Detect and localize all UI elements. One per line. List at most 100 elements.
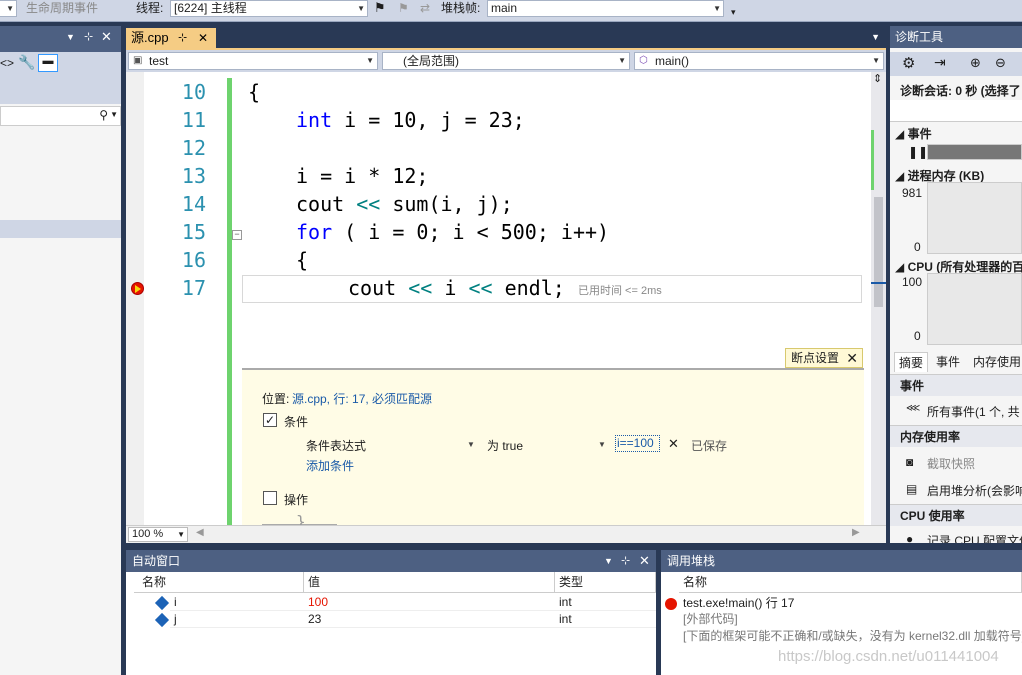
editor-tab-strip: 源.cpp ⊹ ✕ ▼ [126, 26, 886, 50]
toolbar-overflow-icon[interactable]: ▾ [731, 5, 736, 19]
project-select[interactable]: ▣ test ▼ [128, 52, 378, 70]
toolbar-dropdown[interactable]: ▼ [0, 0, 17, 17]
code-area[interactable]: − 10 11 12 13 14 15 16 17 { int i = 10, … [126, 72, 871, 525]
diagnostic-session-label: 诊断会话: 0 秒 (选择了 [900, 84, 1021, 98]
variable-icon [154, 595, 170, 611]
events-timeline[interactable] [927, 144, 1022, 160]
line-number: 13 [181, 164, 206, 188]
all-events-link[interactable]: 所有事件(1 个, 共 [927, 403, 1020, 420]
column-name[interactable]: 名称 [134, 572, 304, 593]
selected-tree-item[interactable] [0, 220, 121, 238]
condition-type-select[interactable]: 条件表达式 [306, 437, 366, 454]
zoom-out-icon[interactable]: ⊖ [995, 55, 1006, 71]
editor-vertical-scrollbar[interactable]: ⇕ [871, 72, 886, 525]
pin-icon[interactable]: ⊹ [621, 550, 630, 572]
breakpoint-settings-close-icon[interactable]: ✕ [846, 349, 858, 367]
breakpoint-settings-header: 断点设置 ✕ [785, 348, 863, 368]
breakpoint-settings-panel: 位置: 源.cpp, 行: 17, 必须匹配源 ✓ 条件 条件表达式 ▼ 为 t… [242, 368, 864, 525]
search-icon[interactable]: ⚲ [99, 108, 108, 122]
tab-close-icon[interactable]: ✕ [198, 28, 208, 48]
scroll-left-icon[interactable]: ◀ [196, 527, 204, 538]
flag-filter-icon[interactable]: ⚑ [398, 1, 409, 15]
take-snapshot-button[interactable]: 截取快照 [927, 455, 975, 472]
conditions-label: 条件 [284, 415, 309, 429]
var-name[interactable]: j [170, 611, 304, 628]
current-frame-icon [665, 598, 677, 610]
scroll-thumb[interactable] [874, 197, 883, 307]
var-name[interactable]: i [170, 594, 304, 611]
condition-mode-select[interactable]: 为 true [487, 437, 523, 454]
stack-frame[interactable]: test.exe!main() 行 17 [679, 595, 1022, 612]
memory-section-header: 内存使用率 [890, 425, 1022, 447]
var-type: int [555, 611, 656, 628]
variable-icon [154, 612, 170, 628]
wrench-icon[interactable]: 🔧 [18, 54, 35, 71]
editor-bottom-bar: 100 % ▼ ◀ ▶ [126, 525, 886, 543]
var-value[interactable]: 100 [304, 594, 555, 611]
scroll-right-icon[interactable]: ▶ [852, 527, 860, 538]
timeline-ruler[interactable] [890, 100, 1022, 122]
breakpoint-current-icon[interactable] [131, 282, 144, 295]
left-search-input[interactable]: ⚲ ▼ [0, 106, 121, 126]
pin-icon[interactable]: ⊹ [84, 30, 93, 43]
cpu-graph[interactable] [927, 273, 1022, 345]
thread-select[interactable]: [6224] 主线程 ▼ [170, 0, 368, 17]
condition-type-dropdown-icon[interactable]: ▼ [467, 440, 475, 449]
export-icon[interactable]: ⇥ [934, 54, 946, 71]
condition-expression-input[interactable]: i==100 [615, 435, 660, 452]
scope-select[interactable]: (全局范围) ▼ [382, 52, 630, 70]
memory-graph[interactable] [927, 182, 1022, 254]
code-view-icon[interactable]: <> [0, 56, 14, 70]
collapse-icon[interactable]: − [232, 230, 242, 240]
close-icon[interactable]: ✕ [101, 29, 112, 45]
tab-events[interactable]: 事件 [932, 352, 964, 372]
zoom-select[interactable]: 100 % ▼ [128, 527, 188, 542]
indicator-margin[interactable] [126, 72, 144, 525]
change-tracking-bar [227, 78, 232, 525]
record-cpu-profile-button[interactable]: 记录 CPU 配置文件 [927, 532, 1022, 543]
heap-icon: ▤ [906, 482, 918, 496]
function-select[interactable]: ⬡ main() ▼ [634, 52, 884, 70]
tab-source-cpp[interactable]: 源.cpp ⊹ ✕ [126, 28, 216, 50]
column-value[interactable]: 值 [304, 572, 555, 593]
enable-heap-profile-button[interactable]: 启用堆分析(会影响 [927, 482, 1022, 499]
stack-frame[interactable]: [下面的框架可能不正确和/或缺失，没有为 kernel32.dll 加载符号] [679, 628, 1022, 645]
project-icon: ▣ [133, 55, 143, 66]
panel-dropdown-icon[interactable]: ▼ [604, 550, 613, 572]
split-icon[interactable]: ⇕ [873, 72, 882, 85]
tab-list-dropdown-icon[interactable]: ▼ [871, 32, 880, 42]
stack-frame[interactable]: [外部代码] [679, 611, 1022, 628]
panel-dropdown-icon[interactable]: ▼ [66, 32, 75, 42]
pause-icon[interactable]: ❚❚ [908, 145, 928, 159]
column-type[interactable]: 类型 [555, 572, 656, 593]
condition-mode-dropdown-icon[interactable]: ▼ [598, 440, 606, 449]
gear-icon[interactable]: ⚙ [902, 54, 915, 72]
stackframe-label: 堆栈帧: [441, 1, 481, 15]
thread-label: 线程: [136, 1, 164, 15]
swap-threads-icon[interactable]: ⇄ [420, 1, 430, 15]
code-line: cout << i << endl; [348, 276, 565, 300]
cpu-min: 0 [914, 329, 921, 343]
flag-icon[interactable]: ⚑ [374, 1, 386, 15]
tab-summary[interactable]: 摘要 [894, 352, 929, 372]
var-value[interactable]: 23 [304, 611, 555, 628]
conditions-checkbox[interactable]: ✓ [263, 413, 277, 427]
line-number: 14 [181, 192, 206, 216]
zoom-in-icon[interactable]: ⊕ [970, 55, 981, 71]
search-dropdown-icon[interactable]: ▼ [110, 110, 118, 119]
perf-tip[interactable]: 已用时间 <= 2ms [578, 282, 662, 298]
actions-checkbox[interactable] [263, 491, 277, 505]
close-icon[interactable]: ✕ [639, 550, 650, 572]
lifecycle-events-label[interactable]: 生命周期事件 [26, 1, 98, 15]
stackframe-select[interactable]: main ▼ [487, 0, 724, 17]
tab-memory-usage[interactable]: 内存使用 [969, 352, 1022, 372]
tab-pin-icon[interactable]: ⊹ [178, 28, 187, 48]
column-name[interactable]: 名称 [679, 572, 1022, 593]
remove-condition-icon[interactable]: ✕ [668, 436, 679, 452]
memory-min: 0 [914, 240, 921, 254]
line-number: 10 [181, 80, 206, 104]
properties-icon[interactable]: ▬ [38, 54, 58, 72]
cpu-section-header: CPU 使用率 [890, 504, 1022, 526]
location-link[interactable]: 源.cpp, 行: 17, 必须匹配源 [292, 390, 432, 407]
add-condition-link[interactable]: 添加条件 [306, 457, 354, 474]
